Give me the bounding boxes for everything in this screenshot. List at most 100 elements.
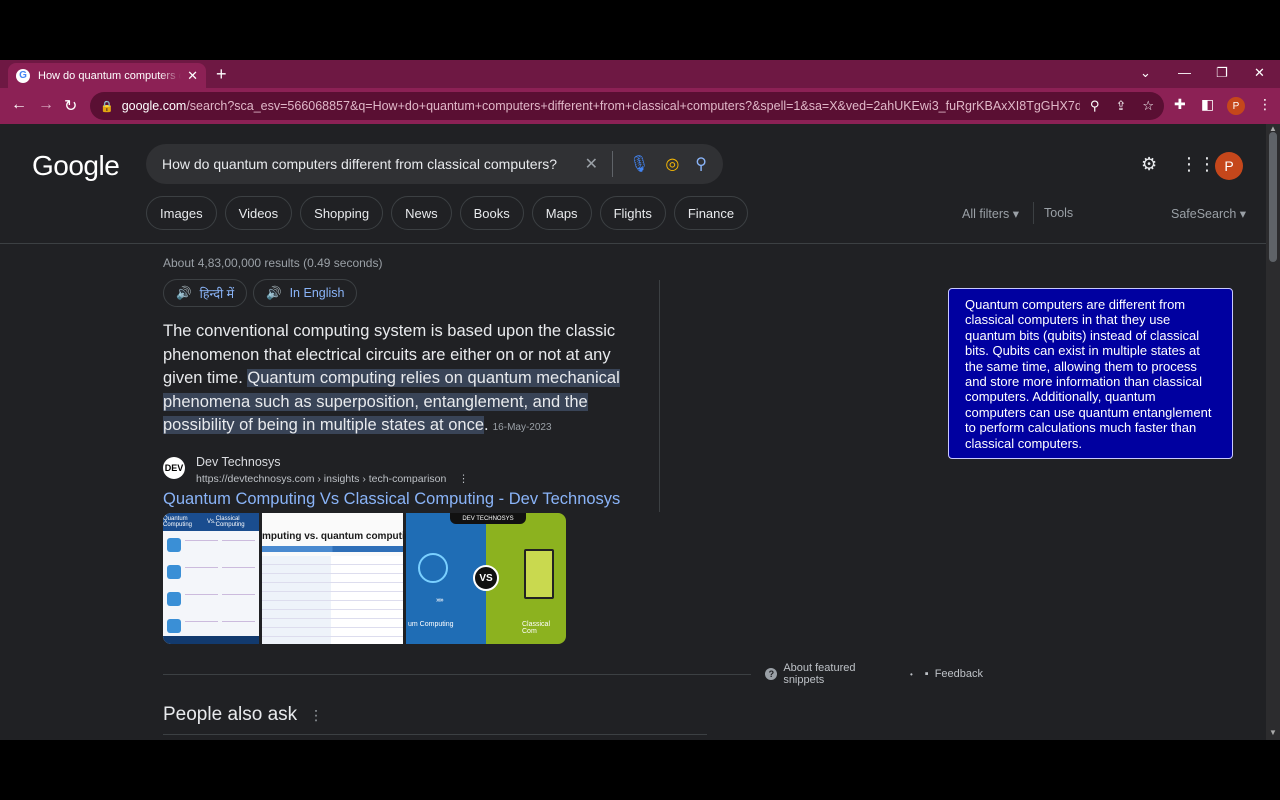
- lang-hindi-label: हिन्दी में: [199, 286, 235, 301]
- filters-divider: [1033, 202, 1034, 224]
- thumbnail-vs-illustration[interactable]: DEV TECHNOSYS ››››› VS um Computing Clas…: [406, 513, 566, 644]
- thumb1-row: [167, 534, 255, 558]
- lens-icon[interactable]: ◎: [665, 154, 679, 174]
- more-options-icon[interactable]: ⋮: [309, 707, 323, 724]
- reload-icon[interactable]: ↻: [64, 96, 77, 116]
- chip-news[interactable]: News: [391, 196, 452, 230]
- thumb1-footer: [163, 636, 259, 644]
- chip-flights[interactable]: Flights: [599, 196, 666, 230]
- google-logo[interactable]: Google: [32, 150, 120, 182]
- thumb3-left-label: um Computing: [408, 621, 454, 628]
- atom-icon: [418, 553, 448, 583]
- snippet-end: .: [484, 416, 489, 434]
- chip-maps[interactable]: Maps: [531, 196, 592, 230]
- extensions-icon[interactable]: ✚: [1174, 96, 1186, 113]
- thumb2-header-bar: [262, 546, 403, 552]
- circuit-board-icon: [524, 549, 554, 599]
- page-scrollbar[interactable]: ▲ ▼: [1266, 124, 1280, 740]
- bookmark-star-icon[interactable]: ☆: [1142, 98, 1154, 114]
- featured-snippet-text: The conventional computing system is bas…: [163, 320, 643, 440]
- apps-grid-icon[interactable]: ⋮⋮: [1180, 154, 1216, 175]
- lang-hindi-button[interactable]: 🔊 हिन्दी में: [163, 279, 248, 307]
- more-options-icon[interactable]: ⋮: [458, 473, 469, 485]
- url-host: google.com: [121, 99, 187, 113]
- snippet-footer-rule: [163, 673, 752, 675]
- search-input[interactable]: How do quantum computers different from …: [162, 156, 569, 172]
- google-favicon-icon: G: [16, 68, 30, 83]
- header-divider: [0, 243, 1266, 244]
- window-close-icon[interactable]: ✕: [1254, 65, 1265, 81]
- feedback-link[interactable]: ▪ Feedback: [925, 668, 983, 680]
- url-text[interactable]: google.com/search?sca_esv=566068857&q=Ho…: [122, 99, 1080, 113]
- result-title-link[interactable]: Quantum Computing Vs Classical Computing…: [163, 490, 620, 509]
- browser-menu-icon[interactable]: ⋮: [1258, 96, 1272, 113]
- back-icon[interactable]: ←: [11, 96, 27, 114]
- arrows-icon: ›››››: [436, 597, 444, 604]
- tab-active[interactable]: G How do quantum computers different fro…: [8, 63, 206, 88]
- thumb3-right-label: Classical Com: [522, 621, 551, 635]
- thumb1-row: [167, 561, 255, 585]
- search-results-page: Google How do quantum computers differen…: [0, 124, 1266, 740]
- thumb2-title: mputing vs. quantum computing: [262, 531, 417, 542]
- chip-images[interactable]: Images: [146, 196, 217, 230]
- tools-button[interactable]: Tools: [1044, 206, 1073, 220]
- scrollbar-thumb[interactable]: [1269, 132, 1277, 262]
- source-name: Dev Technosys: [196, 455, 281, 469]
- tab-strip: G How do quantum computers different fro…: [0, 60, 1280, 88]
- url-path: /search?sca_esv=566068857&q=How+do+quant…: [186, 99, 1080, 113]
- clear-icon[interactable]: ✕: [585, 154, 598, 174]
- thumbnail-computing-table[interactable]: mputing vs. quantum computing: [262, 513, 417, 644]
- browser-profile-avatar[interactable]: P: [1227, 97, 1245, 115]
- answer-popup: Quantum computers are different from cla…: [948, 288, 1233, 459]
- browser-toolbar: ← → ↻ 🔒 google.com/search?sca_esv=566068…: [0, 88, 1280, 124]
- search-icon[interactable]: ⚲: [695, 154, 707, 174]
- all-filters-label: All filters: [962, 207, 1010, 221]
- new-tab-icon[interactable]: +: [216, 64, 227, 85]
- account-avatar[interactable]: P: [1215, 152, 1243, 180]
- speaker-icon: 🔊: [266, 285, 282, 300]
- lock-icon[interactable]: 🔒: [100, 100, 114, 113]
- site-favicon-icon: DEV: [163, 457, 185, 479]
- searchbox-divider: [612, 151, 613, 177]
- voice-search-icon[interactable]: 🎙: [629, 154, 649, 174]
- feedback-label: Feedback: [934, 668, 983, 680]
- forward-icon[interactable]: →: [38, 96, 54, 114]
- chip-finance[interactable]: Finance: [673, 196, 749, 230]
- search-type-chips: Images Videos Shopping News Books Maps F…: [146, 196, 749, 230]
- minimize-icon[interactable]: —: [1178, 65, 1191, 80]
- chip-shopping[interactable]: Shopping: [300, 196, 384, 230]
- speaker-icon: 🔊: [176, 285, 192, 300]
- share-icon[interactable]: ⇪: [1115, 98, 1126, 114]
- maximize-icon[interactable]: ❐: [1216, 65, 1228, 81]
- snippet-footer: ? About featured snippets • ▪ Feedback: [163, 662, 983, 686]
- about-featured-snippets-link[interactable]: ? About featured snippets: [765, 662, 898, 686]
- source-url: https://devtechnosys.com › insights › te…: [196, 473, 447, 485]
- address-bar[interactable]: 🔒 google.com/search?sca_esv=566068857&q=…: [90, 92, 1164, 120]
- safesearch-button[interactable]: SafeSearch ▾: [1171, 206, 1246, 221]
- search-box[interactable]: How do quantum computers different from …: [146, 144, 723, 184]
- separator-dot: •: [909, 669, 913, 679]
- tab-title: How do quantum computers different from …: [38, 69, 181, 82]
- thumb1-mid: Vs.: [206, 519, 216, 525]
- paa-title: People also ask: [163, 704, 298, 725]
- location-icon[interactable]: ⚲: [1090, 98, 1100, 114]
- snippet-images[interactable]: Quantum Computing Vs. Classical Computin…: [163, 513, 566, 644]
- vs-badge: VS: [473, 565, 499, 591]
- chip-videos[interactable]: Videos: [224, 196, 293, 230]
- settings-gear-icon[interactable]: ⚙: [1141, 154, 1157, 175]
- tab-search-icon[interactable]: ⌄: [1140, 65, 1151, 81]
- all-filters-button[interactable]: All filters ▾: [962, 206, 1019, 221]
- thumbnail-comparison-table[interactable]: Quantum Computing Vs. Classical Computin…: [163, 513, 259, 644]
- lang-english-button[interactable]: 🔊 In English: [253, 279, 358, 307]
- safesearch-label: SafeSearch: [1171, 207, 1237, 221]
- snippet-source[interactable]: DEV Dev Technosys https://devtechnosys.c…: [163, 455, 469, 485]
- chip-books[interactable]: Books: [459, 196, 524, 230]
- snippet-vertical-divider: [659, 280, 660, 512]
- source-cite: https://devtechnosys.com › insights › te…: [196, 473, 469, 485]
- scroll-down-icon[interactable]: ▼: [1269, 728, 1277, 737]
- browser-window: G How do quantum computers different fro…: [0, 60, 1280, 740]
- lang-english-label: In English: [289, 286, 345, 300]
- tab-close-icon[interactable]: ✕: [187, 68, 198, 84]
- feedback-icon: ▪: [924, 668, 929, 680]
- side-panel-icon[interactable]: ◧: [1201, 96, 1214, 113]
